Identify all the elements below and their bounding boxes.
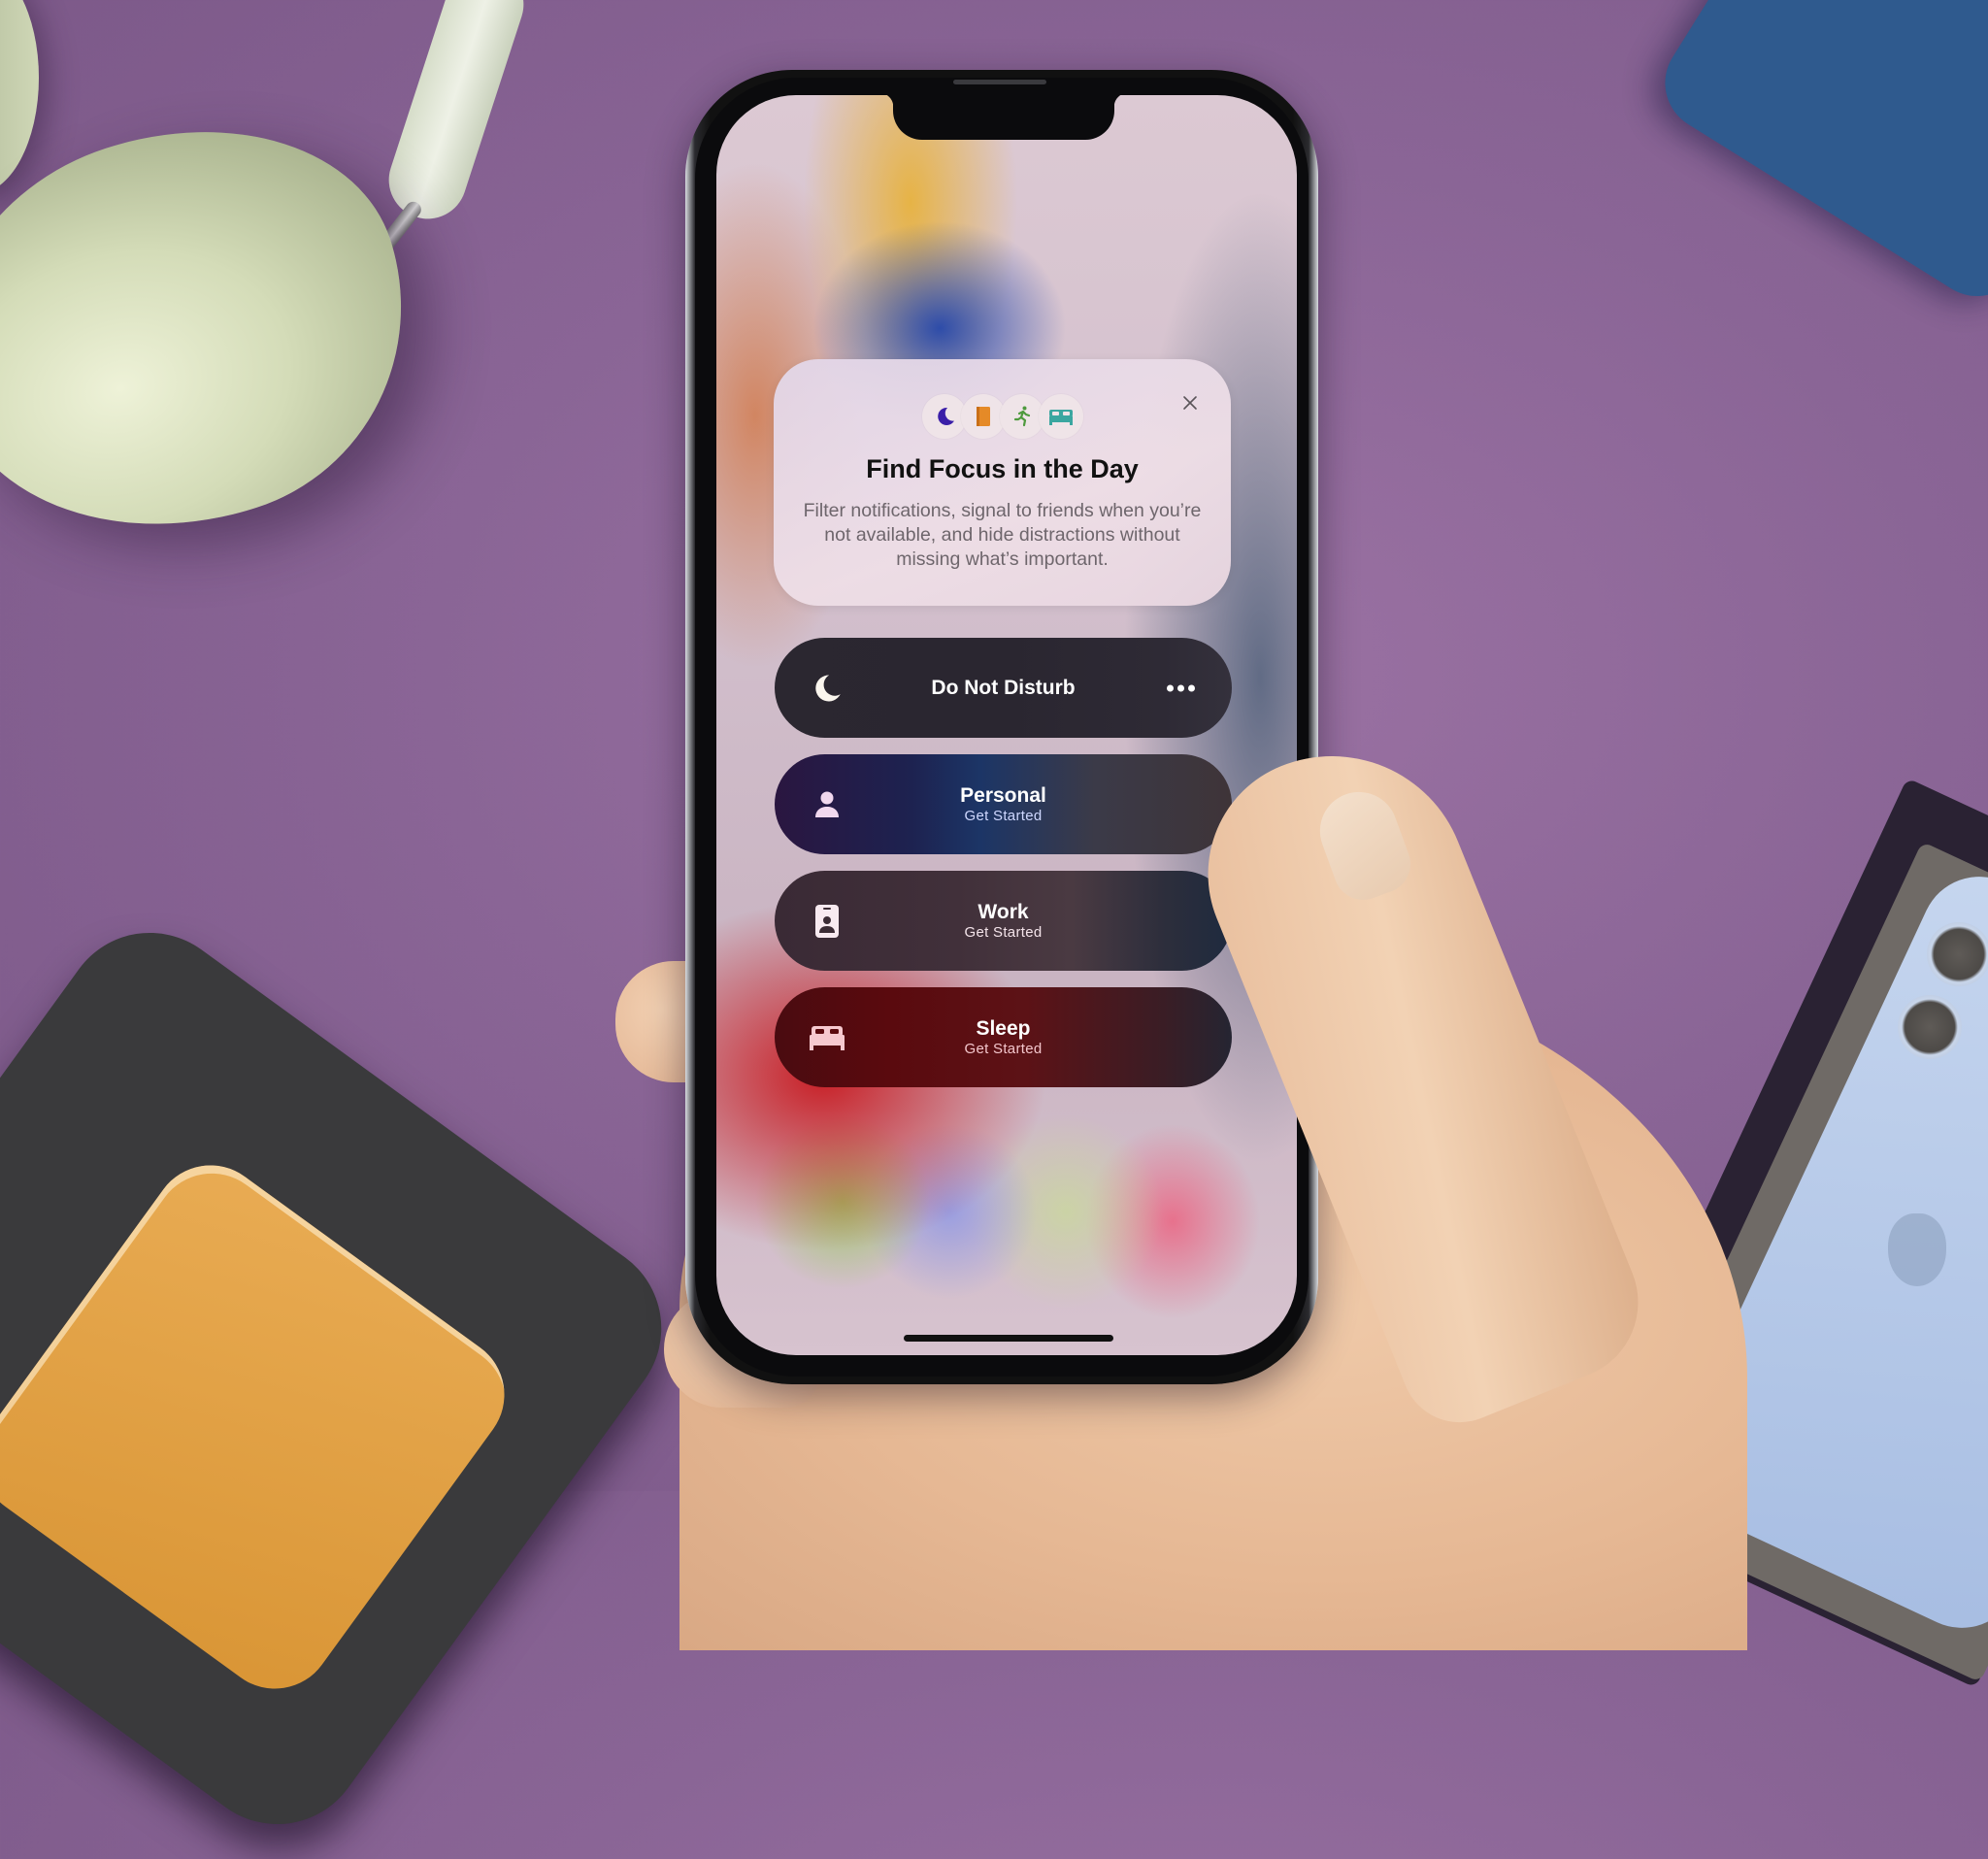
id-badge-icon — [808, 902, 846, 941]
notch — [879, 95, 1128, 140]
focus-icons-row — [774, 394, 1231, 439]
home-indicator[interactable] — [904, 1335, 1113, 1342]
card-description: Filter notifications, signal to friends … — [803, 500, 1202, 570]
blue-phone-case — [1646, 0, 1988, 315]
camera-lens — [1927, 922, 1988, 986]
book-icon — [960, 394, 1006, 439]
earpiece-speaker — [953, 80, 1046, 84]
headphone-earcup — [0, 73, 457, 587]
card-title: Find Focus in the Day — [866, 454, 1139, 483]
camera-lens — [1898, 995, 1962, 1059]
focus-mode-title: Personal — [960, 783, 1046, 807]
ellipsis-dot — [1188, 684, 1195, 691]
bed-icon — [808, 1018, 846, 1057]
headphone-headband — [379, 0, 534, 229]
phone-screen: Find Focus in the Day Filter notificatio… — [716, 95, 1297, 1355]
focus-intro-card: Find Focus in the Day Filter notificatio… — [774, 359, 1231, 606]
close-button[interactable] — [1176, 388, 1205, 417]
ellipsis-icon — [1167, 684, 1174, 691]
moon-icon — [921, 394, 967, 439]
focus-mode-do-not-disturb[interactable]: Do Not Disturb — [775, 638, 1232, 738]
close-icon — [1183, 396, 1197, 410]
more-options-button[interactable] — [1163, 677, 1199, 699]
person-icon — [808, 785, 846, 824]
focus-mode-work[interactable]: Work Get Started — [775, 871, 1232, 971]
running-figure-icon — [999, 394, 1044, 439]
focus-mode-subtitle: Get Started — [964, 923, 1043, 941]
focus-mode-title: Work — [977, 900, 1029, 923]
focus-mode-subtitle: Get Started — [964, 1040, 1043, 1057]
headphone-earcup-back — [0, 0, 39, 194]
apple-logo — [1888, 1213, 1946, 1286]
focus-mode-subtitle: Get Started — [964, 807, 1043, 824]
ellipsis-dot — [1177, 684, 1184, 691]
focus-mode-sleep[interactable]: Sleep Get Started — [775, 987, 1232, 1087]
focus-mode-title: Do Not Disturb — [931, 676, 1076, 699]
focus-mode-personal[interactable]: Personal Get Started — [775, 754, 1232, 854]
focus-mode-title: Sleep — [976, 1016, 1031, 1040]
bed-icon — [1038, 394, 1083, 439]
moon-icon — [808, 669, 846, 708]
